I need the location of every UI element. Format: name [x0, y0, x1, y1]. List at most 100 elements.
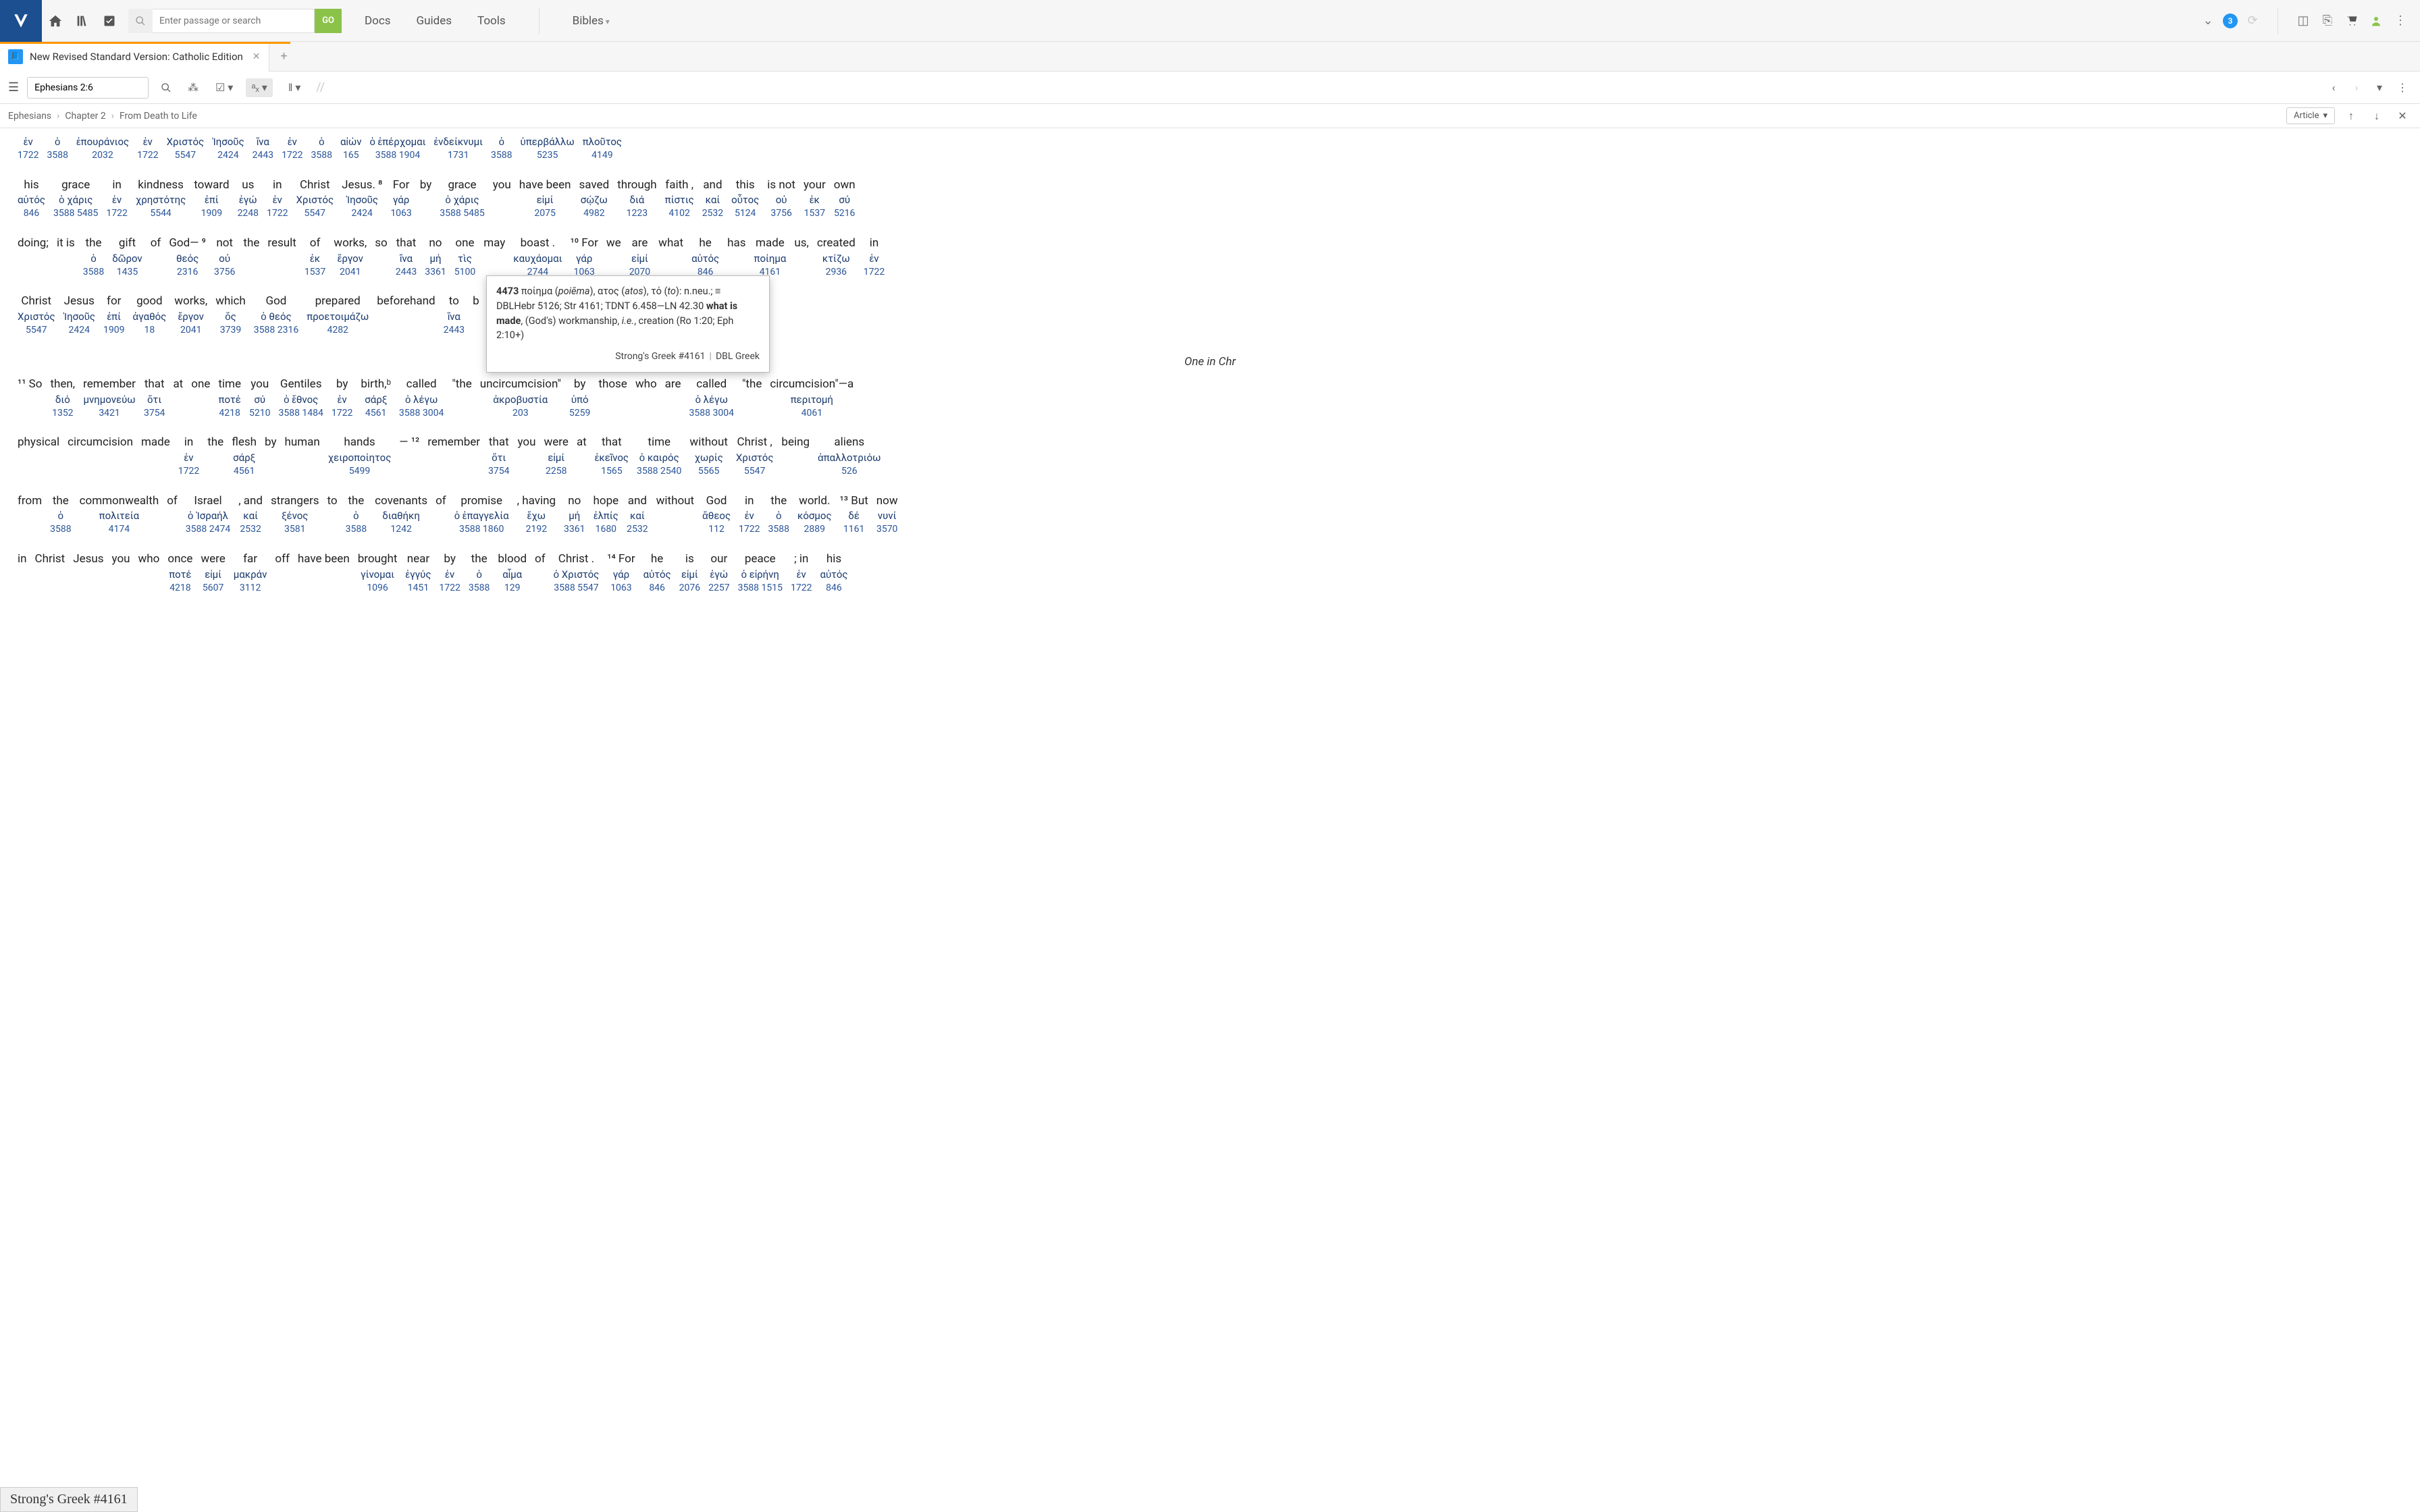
cart-icon[interactable] — [2342, 11, 2361, 30]
word-column[interactable]: you — [112, 551, 130, 595]
word-column[interactable]: giftδῶρον1435 — [112, 236, 142, 279]
word-column[interactable]: inἐν1722 — [178, 435, 199, 478]
strongs-number[interactable]: 129 — [504, 582, 521, 595]
word-column[interactable]: may — [483, 236, 505, 279]
strongs-number[interactable]: 846 — [826, 582, 842, 595]
word-column[interactable]: heαὐτός846 — [643, 551, 671, 595]
word-column[interactable]: of — [535, 551, 546, 595]
word-column[interactable]: inἐν1722 — [739, 493, 760, 537]
strongs-number[interactable]: 4218 — [169, 582, 190, 595]
strongs-number[interactable]: 3588 1515 — [738, 582, 783, 595]
word-column[interactable]: theὁ3588 — [346, 493, 367, 537]
strongs-number[interactable]: 1223 — [627, 207, 648, 221]
arrow-down-icon[interactable]: ↓ — [2367, 107, 2386, 126]
sync-icon[interactable]: ⟳ — [2243, 11, 2262, 30]
word-column[interactable]: off — [275, 551, 290, 595]
strongs-number[interactable]: 203 — [512, 407, 529, 421]
strongs-number[interactable]: 5216 — [834, 207, 855, 221]
word-column[interactable]: hisαὐτός846 — [18, 178, 45, 221]
word-column[interactable]: promiseὁ ἐπαγγελία3588 1860 — [454, 493, 509, 537]
word-column[interactable]: ἐνδείκνυμι1731 — [433, 135, 483, 163]
word-column[interactable]: God— ⁹θεός2316 — [169, 236, 206, 279]
tab-nrsv[interactable]: 📘 New Revised Standard Version: Catholic… — [0, 42, 269, 72]
strongs-number[interactable]: 3570 — [876, 523, 897, 537]
strongs-number[interactable]: 3588 3004 — [689, 407, 734, 421]
word-column[interactable]: toἵνα2443 — [444, 294, 465, 337]
word-column[interactable]: have been — [298, 551, 350, 595]
word-column[interactable]: from — [18, 493, 42, 537]
strongs-number[interactable]: 5100 — [454, 266, 475, 279]
strongs-number[interactable]: 1722 — [137, 149, 158, 163]
strongs-number[interactable]: 4149 — [591, 149, 612, 163]
word-column[interactable]: ChristΧριστός5547 — [296, 178, 334, 221]
word-column[interactable]: ἐν1722 — [282, 135, 302, 163]
word-column[interactable]: ownσύ5216 — [834, 178, 856, 221]
strongs-number[interactable]: 3581 — [284, 523, 305, 537]
panel-menu-icon[interactable]: ☰ — [8, 80, 19, 94]
strongs-number[interactable]: 3756 — [214, 266, 235, 279]
word-column[interactable]: calledὁ λέγω3588 3004 — [399, 377, 444, 420]
word-column[interactable]: to — [327, 493, 338, 537]
strongs-number[interactable]: 5565 — [698, 465, 719, 479]
tab-add-button[interactable]: + — [269, 49, 299, 63]
word-column[interactable]: Christ ,Χριστός5547 — [736, 435, 774, 478]
strongs-number[interactable]: 5544 — [150, 207, 171, 221]
word-column[interactable]: nearἐγγύς1451 — [405, 551, 431, 595]
tab-close-icon[interactable]: ✕ — [253, 51, 261, 62]
word-column[interactable]: wereεἰμί2258 — [544, 435, 569, 478]
strongs-number[interactable]: 4061 — [801, 407, 822, 421]
strongs-number[interactable]: 2424 — [217, 149, 238, 163]
arrow-up-icon[interactable]: ↑ — [2342, 107, 2361, 126]
word-column[interactable]: timeὁ καιρός3588 2540 — [637, 435, 681, 478]
strongs-number[interactable]: 3754 — [144, 407, 165, 421]
strongs-number[interactable]: 2041 — [340, 266, 361, 279]
word-column[interactable]: works,ἔργον2041 — [334, 236, 367, 279]
strongs-number[interactable]: 3361 — [425, 266, 446, 279]
word-column[interactable]: ὑπερβάλλω5235 — [520, 135, 574, 163]
word-column[interactable]: physical — [18, 435, 59, 478]
strongs-number[interactable]: 1096 — [367, 582, 388, 595]
word-column[interactable]: goodἀγαθός18 — [132, 294, 166, 337]
word-column[interactable]: Forγάρ1063 — [390, 178, 411, 221]
nav-tools[interactable]: Tools — [475, 9, 508, 33]
word-column[interactable]: αἰών165 — [340, 135, 361, 163]
word-column[interactable]: , andκαί2532 — [238, 493, 263, 537]
strongs-number[interactable]: 1722 — [439, 582, 460, 595]
word-column[interactable]: inἐν1722 — [864, 236, 885, 279]
word-column[interactable]: at — [173, 377, 183, 420]
word-column[interactable]: made — [141, 435, 170, 478]
word-column[interactable]: graceὁ χάρις3588 5485 — [440, 178, 484, 221]
word-column[interactable]: theὁ3588 — [768, 493, 789, 537]
breadcrumb-section[interactable]: From Death to Life — [120, 111, 197, 122]
word-column[interactable]: andκαί2532 — [702, 178, 723, 221]
strongs-number[interactable]: 846 — [24, 207, 40, 221]
strongs-number[interactable]: 1537 — [804, 207, 825, 221]
strongs-number[interactable]: 5124 — [735, 207, 756, 221]
strongs-number[interactable]: 5210 — [249, 407, 270, 421]
strongs-number[interactable]: 3588 — [346, 523, 367, 537]
strongs-number[interactable]: 5499 — [349, 465, 370, 479]
strongs-number[interactable]: 2936 — [826, 266, 847, 279]
word-column[interactable]: forἐπί1909 — [103, 294, 124, 337]
strongs-number[interactable]: 4102 — [668, 207, 689, 221]
word-column[interactable]: then,διό1352 — [50, 377, 75, 420]
strongs-number[interactable]: 4982 — [583, 207, 604, 221]
strongs-number[interactable]: 1680 — [596, 523, 616, 537]
strongs-number[interactable]: 2889 — [804, 523, 825, 537]
word-column[interactable]: being — [781, 435, 810, 478]
strongs-number[interactable]: 526 — [841, 465, 858, 479]
strongs-number[interactable]: 5235 — [537, 149, 558, 163]
word-column[interactable]: theὁ3588 — [469, 551, 490, 595]
word-column[interactable]: circumcision"—aπεριτομή4061 — [770, 377, 853, 420]
word-column[interactable]: savedσῴζω4982 — [579, 178, 610, 221]
word-column[interactable]: — ¹² — [399, 435, 419, 478]
strongs-number[interactable]: 4218 — [219, 407, 240, 421]
word-column[interactable]: thisοὗτος5124 — [731, 178, 759, 221]
word-column[interactable]: ¹³ Butδέ1161 — [840, 493, 868, 537]
interlinear-toggle[interactable]: ᵃₓ ▾ — [246, 78, 273, 97]
checkbox-dropdown[interactable]: ☑ ▾ — [211, 78, 238, 97]
nav-back-icon[interactable]: ‹ — [2324, 78, 2343, 97]
strongs-number[interactable]: 1537 — [305, 266, 325, 279]
word-column[interactable]: the — [243, 236, 259, 279]
strongs-number[interactable]: 1242 — [390, 523, 411, 537]
